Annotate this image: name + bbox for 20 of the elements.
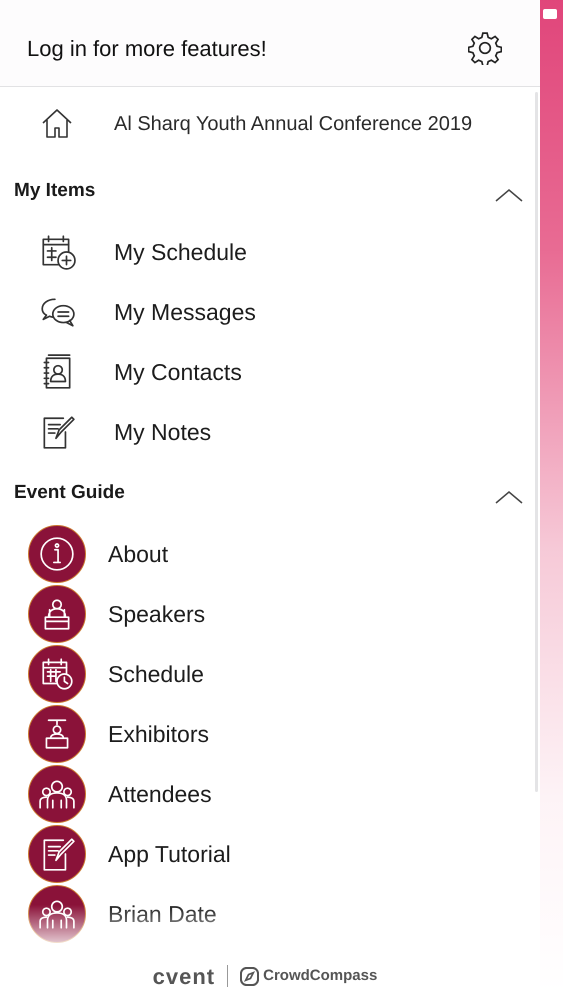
login-prompt[interactable]: Log in for more features! [27,32,267,64]
brand-logo: CrowdCompass [263,966,378,986]
home-link[interactable]: Al Sharq Youth Annual Conference 2019 [114,108,472,138]
menu-item[interactable]: Attendees [108,776,212,812]
menu-item[interactable]: My Notes [114,414,212,450]
menu-item[interactable]: Speakers [108,596,206,632]
section-title: My Items [14,178,96,203]
settings-button[interactable] [468,31,502,65]
menu-item[interactable]: Brian Date [108,896,217,932]
menu-item[interactable]: Exhibitors [108,716,209,752]
menu-item[interactable]: My Messages [114,294,256,330]
compass-icon [240,966,260,986]
battery-icon [543,9,557,19]
menu-item[interactable]: My Schedule [114,234,247,270]
brand-logo: cvent [152,962,216,990]
menu-item[interactable]: Schedule [108,656,204,692]
menu-item[interactable]: My Contacts [114,354,242,390]
menu-item[interactable]: App Tutorial [108,836,231,872]
menu-item[interactable]: About [108,536,168,572]
section-title: Event Guide [14,480,125,505]
